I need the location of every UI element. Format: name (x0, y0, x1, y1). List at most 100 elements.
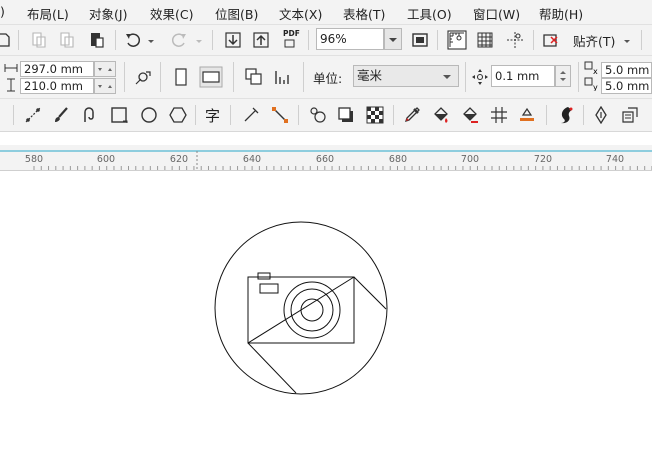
snap-to-button[interactable]: 贴齐(T) (573, 31, 615, 50)
ellipse-icon[interactable] (140, 106, 158, 124)
ruler-tick-label: 600 (96, 154, 116, 165)
launch-app-icon[interactable] (542, 31, 560, 49)
undo-dropdown-icon[interactable] (146, 32, 156, 50)
nudge-distance-field[interactable]: 0.1 mm (491, 65, 555, 87)
separator (212, 30, 213, 50)
chevron-down-icon (443, 75, 451, 79)
transparency-icon[interactable] (366, 106, 384, 124)
drawing-canvas[interactable] (0, 171, 652, 452)
current-page-icon[interactable] (273, 67, 293, 87)
ruler-tick-label: 640 (242, 154, 262, 165)
pdf-icon[interactable]: PDF (283, 29, 300, 38)
smart-fill-icon[interactable] (518, 106, 536, 124)
pen-icon[interactable] (592, 106, 610, 124)
rectangle-icon[interactable] (110, 106, 128, 124)
page-portrait-icon[interactable] (171, 67, 191, 87)
ruler-tick-label: 740 (605, 154, 625, 165)
object-manager-icon[interactable] (621, 106, 639, 124)
ruler-tick-label: 680 (388, 154, 408, 165)
page-width-field[interactable]: 297.0 mm (20, 61, 94, 77)
separator (115, 30, 116, 50)
zoom-level-field[interactable]: 96% (316, 28, 384, 50)
dimension-icon[interactable] (242, 106, 260, 124)
page-height-field[interactable]: 210.0 mm (20, 78, 94, 94)
duplicate-x-field[interactable]: 5.0 mm (601, 62, 652, 78)
text-icon[interactable]: 字 (205, 105, 220, 126)
page-landscape-icon[interactable] (199, 66, 223, 88)
menu-item-help[interactable]: 帮助(H) (539, 4, 583, 23)
blend-icon[interactable] (309, 106, 327, 124)
long-shadow-diagonal[interactable] (247, 276, 355, 344)
page-height-spinner[interactable] (94, 78, 116, 94)
spiral-curve-icon[interactable] (80, 106, 98, 124)
separator (465, 62, 466, 92)
separator (641, 30, 642, 50)
chevron-down-icon (389, 38, 397, 42)
duplicate-x-icon: x (584, 61, 598, 75)
separator (195, 105, 196, 125)
menu-item-table[interactable]: 表格(T) (343, 4, 385, 23)
paste-icon[interactable] (88, 31, 106, 49)
menu-item-tools[interactable]: 工具(O) (407, 4, 452, 23)
separator (393, 105, 394, 125)
page-width-spinner[interactable] (94, 61, 116, 77)
menu-item-object[interactable]: 对象(J) (89, 4, 127, 23)
drop-shadow-icon[interactable] (337, 106, 355, 124)
fill-icon[interactable] (432, 106, 450, 124)
import-icon[interactable] (224, 31, 242, 49)
spinner-arrows-icon (560, 71, 566, 81)
grid-icon[interactable] (476, 31, 494, 49)
snap-dropdown-icon[interactable] (622, 32, 632, 50)
horizontal-ruler[interactable]: 580 600 620 640 660 680 700 720 740 (0, 145, 652, 171)
snap-icon[interactable] (505, 30, 525, 50)
separator (546, 105, 547, 125)
publish-pdf-icon[interactable] (283, 38, 297, 48)
standard-toolbar: PDF 96% 贴齐(T) (0, 25, 652, 56)
show-rulers-icon[interactable] (447, 30, 467, 50)
menu-item-partial[interactable]: ) (0, 4, 5, 19)
menu-item-layout[interactable]: 布局(L) (27, 4, 69, 23)
fullscreen-icon[interactable] (411, 31, 429, 49)
cut-icon (32, 32, 46, 48)
spinner-arrows-icon (98, 68, 112, 71)
undo-icon[interactable] (124, 31, 142, 49)
separator (160, 62, 161, 92)
menu-item-text[interactable]: 文本(X) (279, 4, 322, 23)
eyedropper-icon[interactable] (403, 106, 421, 124)
long-shadow-edge-bottom[interactable] (247, 342, 297, 394)
save-icon[interactable] (0, 31, 12, 49)
menu-bar: ) 布局(L) 对象(J) 效果(C) 位图(B) 文本(X) 表格(T) 工具… (0, 0, 652, 25)
menu-item-bitmap[interactable]: 位图(B) (215, 4, 258, 23)
nudge-spinner[interactable] (555, 65, 571, 87)
brush-icon[interactable] (52, 106, 70, 124)
separator (18, 30, 19, 50)
camera-lens-inner[interactable] (300, 298, 324, 322)
partial-tool-icon[interactable] (0, 106, 10, 124)
menu-item-effects[interactable]: 效果(C) (150, 4, 193, 23)
camera-shutter-button[interactable] (257, 272, 271, 280)
menu-item-window[interactable]: 窗口(W) (473, 4, 520, 23)
all-pages-icon[interactable] (244, 67, 264, 87)
page-layout-icon[interactable] (134, 68, 152, 86)
ruler-tick-label: 720 (533, 154, 553, 165)
copy-icon (60, 32, 74, 48)
camera-viewfinder[interactable] (259, 283, 279, 294)
connector-icon[interactable] (271, 106, 289, 124)
duplicate-y-field[interactable]: 5.0 mm (601, 78, 652, 94)
mesh-fill-icon[interactable] (490, 106, 508, 124)
separator (533, 30, 534, 50)
separator (233, 62, 234, 92)
separator (583, 105, 584, 125)
interactive-fill-icon[interactable] (461, 106, 479, 124)
zoom-dropdown-button[interactable] (384, 28, 402, 50)
separator (308, 30, 309, 50)
canvas-drawing (214, 221, 388, 395)
camera-lens-middle[interactable] (290, 288, 334, 332)
export-icon[interactable] (252, 31, 270, 49)
long-shadow-edge-top[interactable] (353, 276, 387, 310)
freehand-icon[interactable] (24, 106, 42, 124)
smudge-icon[interactable] (556, 105, 576, 125)
ruler-tick-label: 660 (315, 154, 335, 165)
polygon-icon[interactable] (169, 106, 187, 124)
toolbox: 字 (0, 99, 652, 132)
